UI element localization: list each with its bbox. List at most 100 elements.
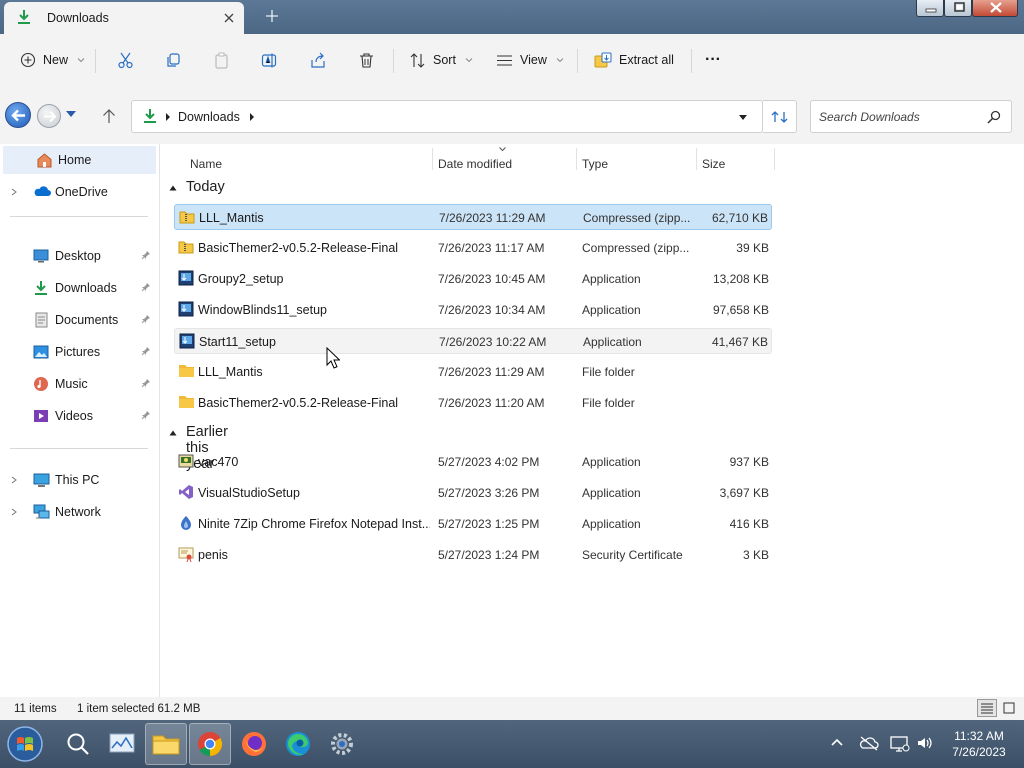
nav-item-documents[interactable]: Documents: [0, 306, 156, 334]
collapse-icon[interactable]: [169, 430, 177, 436]
file-name: Ninite 7Zip Chrome Firefox Notepad Inst.…: [198, 517, 430, 531]
file-row[interactable]: vac470 5/27/2023 4:02 PM Application 937 KB: [174, 449, 772, 475]
refresh-icon: [771, 111, 788, 123]
paste-button[interactable]: [213, 44, 230, 76]
settings-icon: [331, 733, 353, 755]
chevron-down-icon: [556, 58, 564, 63]
new-tab-button[interactable]: [262, 6, 282, 26]
extract-all-button[interactable]: Extract all: [594, 44, 674, 76]
show-hidden-icons-button[interactable]: [829, 735, 845, 751]
close-tab-icon[interactable]: [220, 9, 238, 27]
taskbar-task-manager[interactable]: [101, 723, 143, 765]
start-button[interactable]: [4, 723, 46, 765]
search-input[interactable]: [819, 109, 979, 125]
file-size: 416 KB: [729, 517, 769, 531]
file-date: 5/27/2023 1:24 PM: [438, 548, 540, 562]
file-type: File folder: [582, 396, 635, 410]
tab-downloads[interactable]: Downloads: [4, 2, 244, 34]
nav-item-desktop[interactable]: Desktop: [0, 242, 156, 270]
recent-locations-button[interactable]: [65, 110, 77, 118]
column-divider[interactable]: [774, 148, 775, 170]
nav-item-home[interactable]: Home: [0, 146, 156, 174]
up-button[interactable]: [100, 107, 118, 125]
taskbar-settings[interactable]: [321, 723, 363, 765]
close-window-button[interactable]: [972, 0, 1018, 17]
details-view-button[interactable]: [977, 699, 997, 717]
nav-item-pictures[interactable]: Pictures: [0, 338, 156, 366]
taskbar-file-explorer[interactable]: [145, 723, 187, 765]
sort-button[interactable]: Sort: [409, 44, 473, 76]
toolbar-divider: [577, 49, 578, 73]
taskbar-chrome[interactable]: [189, 723, 231, 765]
refresh-button[interactable]: [763, 100, 797, 133]
firefox-icon: [242, 732, 266, 756]
column-divider[interactable]: [576, 148, 577, 170]
nav-divider: [10, 448, 148, 449]
column-divider[interactable]: [696, 148, 697, 170]
tiles-view-button[interactable]: [999, 699, 1019, 717]
column-header-name[interactable]: Name: [190, 150, 222, 174]
copy-button[interactable]: [165, 44, 182, 76]
minimize-button[interactable]: [916, 0, 944, 17]
nav-item-music[interactable]: Music: [0, 370, 156, 398]
nav-item-videos[interactable]: Videos: [0, 402, 156, 430]
new-button[interactable]: New: [20, 44, 85, 76]
column-header-size[interactable]: Size: [702, 150, 725, 174]
delete-button[interactable]: [358, 44, 375, 76]
breadcrumb-downloads[interactable]: Downloads: [178, 110, 240, 124]
file-row[interactable]: LLL_Mantis 7/26/2023 11:29 AM Compressed (…: [174, 204, 772, 230]
taskbar-edge[interactable]: [277, 723, 319, 765]
file-row[interactable]: penis 5/27/2023 1:24 PM Security Certifica…: [174, 542, 772, 568]
expand-chevron-icon[interactable]: [11, 188, 17, 196]
more-options-button[interactable]: ···: [705, 44, 721, 76]
nav-item-downloads[interactable]: Downloads: [0, 274, 156, 302]
toolbar-divider: [95, 49, 96, 73]
volume-tray-button[interactable]: [916, 735, 934, 751]
cut-button[interactable]: [117, 44, 134, 76]
view-button[interactable]: View: [496, 44, 564, 76]
collapse-icon[interactable]: [169, 185, 177, 191]
restore-button[interactable]: [944, 0, 972, 17]
search-icon[interactable]: [987, 110, 1001, 124]
file-row[interactable]: WindowBlinds11_setup 7/26/2023 10:34 AM Ap…: [174, 297, 772, 323]
file-row[interactable]: Ninite 7Zip Chrome Firefox Notepad Inst.…: [174, 511, 772, 537]
back-button[interactable]: [5, 102, 31, 128]
taskbar-search-button[interactable]: [57, 723, 99, 765]
file-row[interactable]: VisualStudioSetup 5/27/2023 3:26 PM Applic…: [174, 480, 772, 506]
downloads-icon: [33, 280, 49, 296]
share-button[interactable]: [310, 44, 327, 76]
column-divider[interactable]: [432, 148, 433, 170]
breadcrumb-chevron-icon[interactable]: [164, 112, 172, 122]
forward-button[interactable]: [37, 104, 61, 128]
breadcrumb-chevron-icon[interactable]: [248, 112, 256, 122]
column-header-type[interactable]: Type: [582, 150, 608, 174]
nav-item-onedrive[interactable]: OneDrive: [0, 178, 156, 206]
taskbar-clock[interactable]: 11:32 AM 7/26/2023: [944, 728, 1014, 760]
file-row[interactable]: LLL_Mantis 7/26/2023 11:29 AM File folder: [174, 359, 772, 385]
file-explorer-icon: [152, 735, 180, 755]
network-tray-button[interactable]: [889, 735, 911, 753]
file-name: WindowBlinds11_setup: [198, 303, 328, 317]
network-icon: [33, 504, 50, 520]
expand-chevron-icon[interactable]: [11, 508, 17, 516]
expand-chevron-icon[interactable]: [11, 476, 17, 484]
nav-item-network[interactable]: Network: [0, 498, 156, 526]
certificate-icon: [178, 546, 194, 562]
home-icon: [36, 152, 53, 168]
file-row[interactable]: BasicThemer2-v0.5.2-Release-Final 7/26/20…: [174, 390, 772, 416]
navigation-pane: Home OneDrive Desktop Downloads Document…: [0, 144, 160, 697]
file-row[interactable]: BasicThemer2-v0.5.2-Release-Final 7/26/20…: [174, 235, 772, 261]
rename-button[interactable]: [261, 44, 278, 76]
search-box[interactable]: [810, 100, 1012, 133]
column-header-date[interactable]: Date modified: [438, 150, 512, 174]
onedrive-tray-button[interactable]: [858, 735, 880, 751]
downloads-icon: [142, 108, 158, 124]
taskbar-firefox[interactable]: [233, 723, 275, 765]
address-dropdown-icon[interactable]: [738, 114, 748, 121]
file-row[interactable]: Groupy2_setup 7/26/2023 10:45 AM Applicati…: [174, 266, 772, 292]
nav-item-this-pc[interactable]: This PC: [0, 466, 156, 494]
address-bar[interactable]: Downloads: [131, 100, 763, 133]
file-date: 7/26/2023 11:29 AM: [439, 211, 546, 225]
zip-icon: [178, 239, 194, 255]
file-row[interactable]: Start11_setup 7/26/2023 10:22 AM Applicati…: [174, 328, 772, 354]
